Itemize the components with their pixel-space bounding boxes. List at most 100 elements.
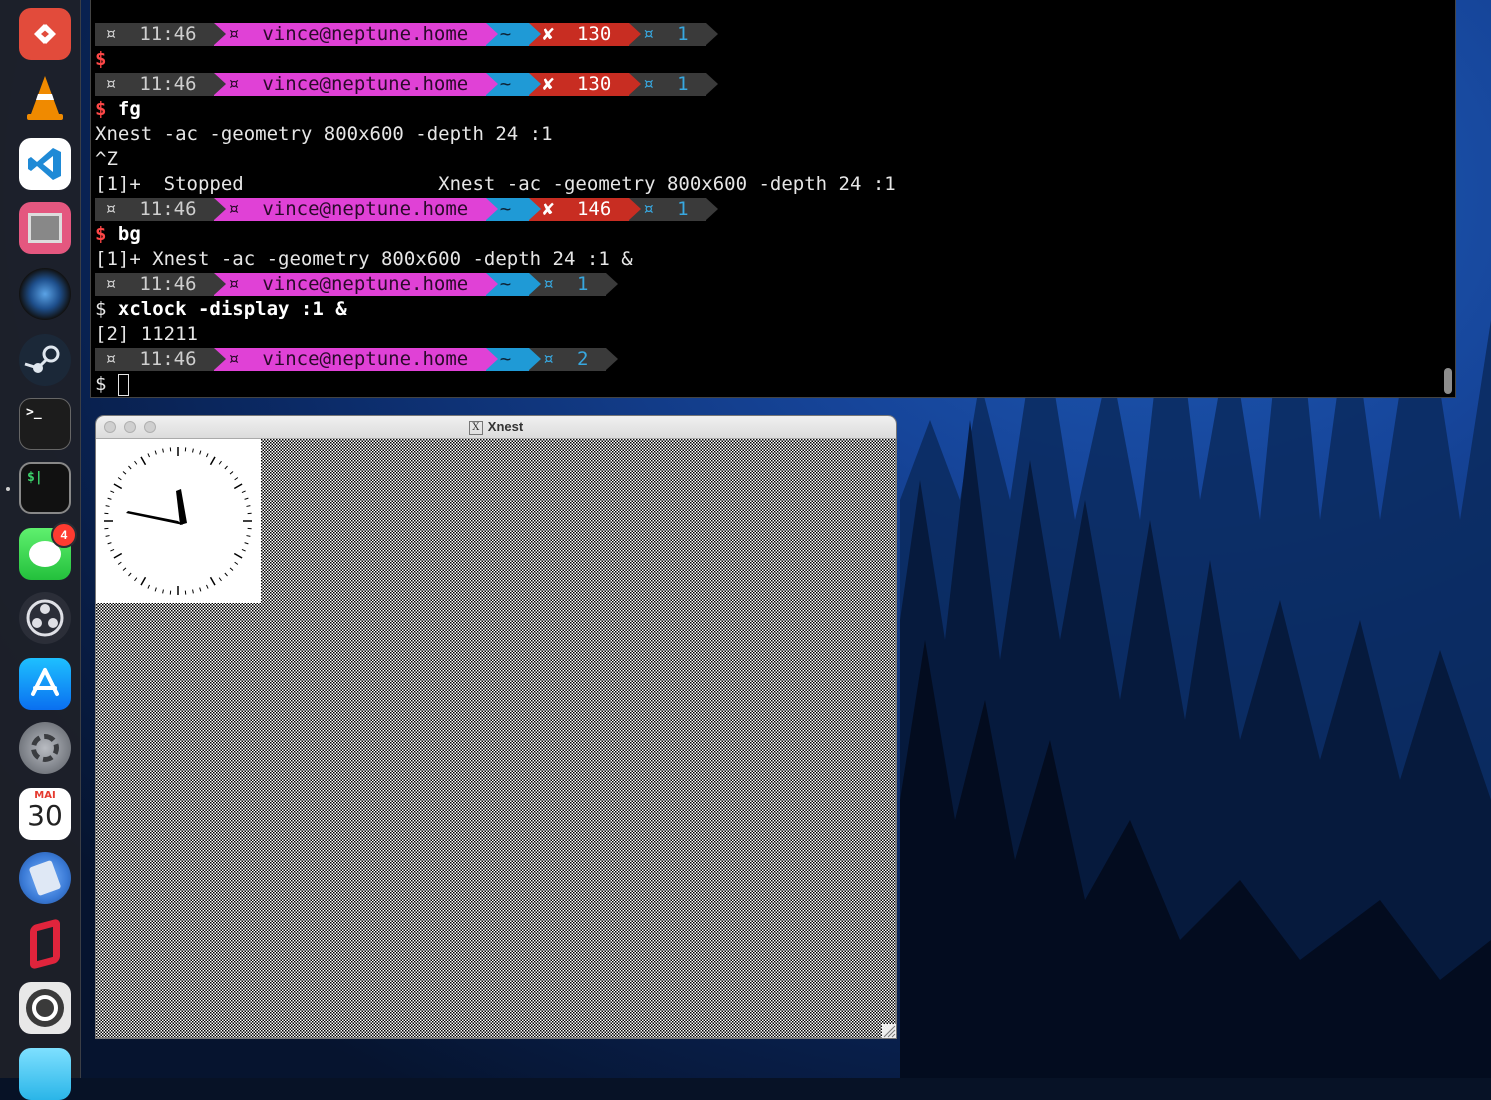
clock-tick [219,578,221,581]
clock-tick [242,491,246,493]
output-line: [1]+ Stopped Xnest -ac -geometry 800x600… [95,172,1435,197]
xnest-display[interactable] [96,439,896,1038]
app-store-icon[interactable] [19,658,71,710]
clock-tick [114,554,122,559]
clock-tick [225,573,228,576]
clock-tick [141,457,146,465]
analog-clock [96,439,261,603]
prompt-line: ¤ 11:46 ¤ vince@neptune.home ~ ¤ 2 [95,347,1435,372]
clock-tick [235,562,238,564]
clock-tick [245,543,249,544]
clock-tick [110,491,114,493]
clock-tick [135,461,137,464]
vscode-glyph [25,144,65,184]
calculator-icon[interactable] [19,852,71,904]
screen-glyph [28,213,62,243]
app-store-glyph [27,666,63,702]
clock-tick [106,536,110,537]
prompt-host-segment: ¤ vince@neptune.home [214,198,486,221]
clock-tick [242,549,246,551]
prompt-host-segment: ¤ vince@neptune.home [214,73,486,96]
zoom-button[interactable] [144,421,156,433]
terminal-icon[interactable]: >_ [19,398,71,450]
clock-tick [135,578,137,581]
clock-tick [114,484,122,489]
vlc-icon[interactable] [19,72,71,124]
clock-tick [155,451,156,455]
clock-tick [234,554,242,559]
clock-tick [206,453,208,457]
clock-tick [118,562,121,564]
clock-tick [245,498,249,499]
clock-tick [235,478,238,480]
parallels-glyph [30,918,60,970]
vscode-icon[interactable] [19,138,71,190]
calendar-day: 30 [27,801,63,831]
emulator-icon[interactable] [19,202,71,254]
terminal-scrollbar[interactable] [1444,368,1452,394]
prompt-host-segment: ¤ vince@neptune.home [214,23,486,46]
prompt-line: ¤ 11:46 ¤ vince@neptune.home ~ ✘ 130 ¤ 1 [95,72,1435,97]
clock-tick [141,577,146,585]
terminal-window[interactable]: ¤ 11:46 ¤ vince@neptune.home ~ ✘ 130 ¤ 1… [90,0,1456,398]
messages-badge: 4 [51,522,77,548]
messages-icon[interactable]: 4 [19,528,71,580]
clock-tick [155,588,156,592]
command-line: $ bg [95,222,1435,247]
clock-tick [230,471,233,474]
xclock-window[interactable] [96,439,261,603]
system-settings-icon[interactable] [19,722,71,774]
clock-tick [234,484,242,489]
game-icon[interactable] [19,1048,71,1100]
prompt-time-segment: ¤ 11:46 [95,198,214,221]
iterm-icon[interactable]: $| [19,462,71,514]
vlc-cone [19,72,71,124]
clock-tick [246,506,250,507]
remote-desktop-glyph [28,17,62,51]
obs-glyph [25,598,65,638]
minute-hand [176,489,187,525]
minimize-button[interactable] [124,421,136,433]
resize-handle[interactable] [882,1024,896,1038]
x11-icon: X [469,421,483,435]
command-line: $ xclock -display :1 & [95,297,1435,322]
remote-desktop-icon[interactable] [19,8,71,60]
clock-tick [110,549,114,551]
clock-tick [219,461,221,464]
calendar-icon[interactable]: MAI 30 [19,788,71,840]
running-indicator [6,487,10,491]
prompt-line: ¤ 11:46 ¤ vince@neptune.home ~ ✘ 130 ¤ 1 [95,22,1435,47]
prompt-error-segment: ✘ 130 [529,23,629,46]
steam-icon[interactable] [19,334,71,386]
clock-tick [106,506,110,507]
output-line: Xnest -ac -geometry 800x600 -depth 24 :1 [95,122,1435,147]
command-line: $ [95,47,1435,72]
clock-tick [163,449,164,453]
parallels-icon[interactable] [19,918,71,970]
clock-tick [108,498,112,499]
aperture-icon[interactable] [19,982,71,1034]
clock-tick [230,568,233,571]
command-line: $ fg [95,97,1435,122]
prompt-time-segment: ¤ 11:46 [95,348,214,371]
clock-tick [193,589,194,593]
clock-tick [206,585,208,589]
input-line[interactable]: $ [95,372,1435,397]
aperture-glyph [26,989,64,1027]
xnest-titlebar[interactable]: X Xnest [96,416,896,439]
output-line: ^Z [95,147,1435,172]
window-title: Xnest [488,419,523,434]
camera-lens-icon[interactable] [19,268,71,320]
clock-tick [246,536,250,537]
xnest-window[interactable]: X Xnest [96,416,896,1038]
clock-tick [123,471,126,474]
clock-tick [148,585,150,589]
close-button[interactable] [104,421,116,433]
prompt-time-segment: ¤ 11:46 [95,23,214,46]
resize-grip-icon [882,1024,896,1038]
clock-tick [148,453,150,457]
clock-tick [128,573,131,576]
output-line: [2] 11211 [95,322,1435,347]
clock-tick [200,451,201,455]
obs-icon[interactable] [19,592,71,644]
